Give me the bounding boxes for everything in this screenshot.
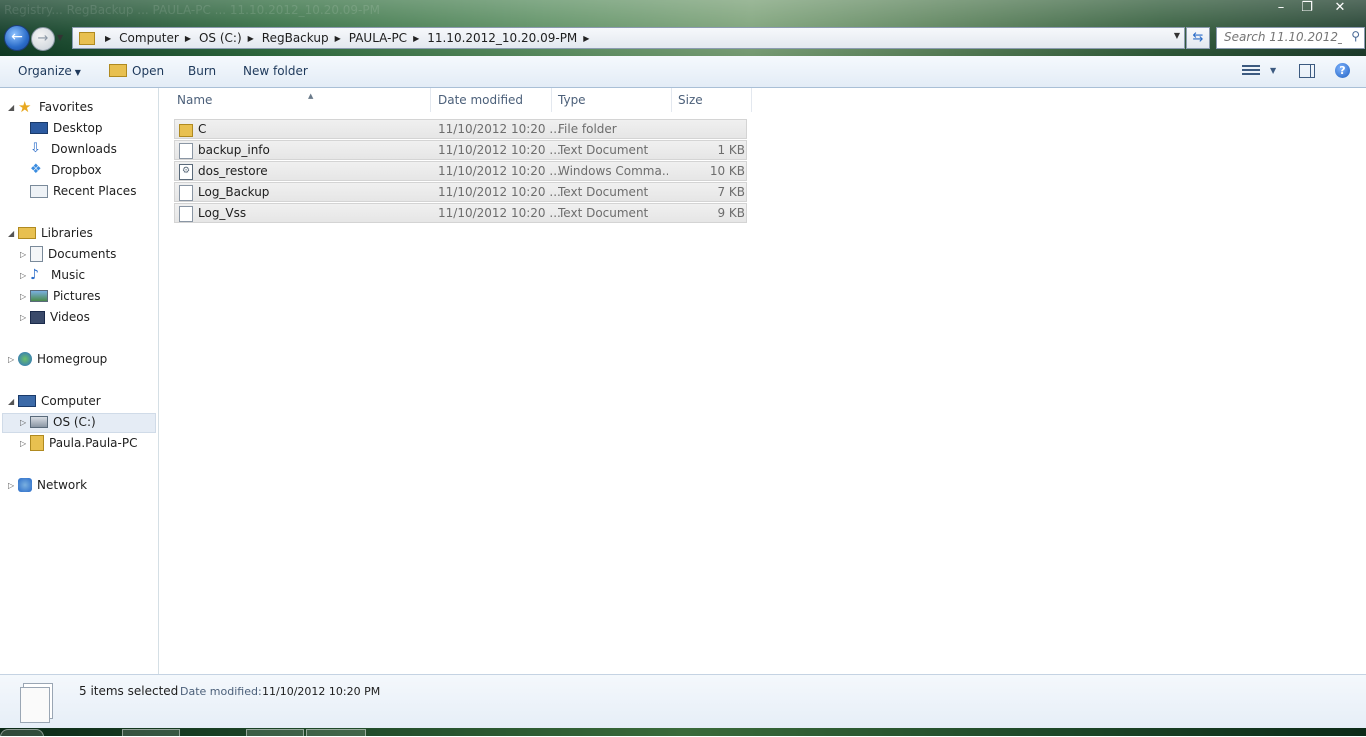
new-folder-button[interactable]: New folder [243, 64, 308, 78]
user-folder-icon [30, 435, 44, 451]
open-button[interactable]: Open [109, 64, 164, 78]
refresh-icon: ⇆ [1192, 30, 1204, 45]
star-icon: ★ [18, 98, 32, 116]
music-icon: ♪ [30, 267, 39, 283]
collapsed-arrow-icon: ▷ [20, 438, 27, 448]
nav-item-recent-places[interactable]: Recent Places [30, 181, 136, 201]
organize-button[interactable]: Organize ▼ [18, 64, 81, 78]
close-button[interactable]: ✕ [1320, 0, 1360, 18]
help-icon[interactable]: ? [1335, 63, 1350, 78]
nav-item-dropbox[interactable]: ❖ Dropbox [30, 160, 102, 180]
address-history-dropdown[interactable]: ▼ [1174, 31, 1180, 40]
collapsed-arrow-icon: ▷ [8, 480, 15, 490]
breadcrumb-os-c[interactable]: OS (C:) ▶ [199, 31, 262, 45]
file-row[interactable]: Log_Vss 11/10/2012 10:20 ... Text Docume… [174, 203, 747, 223]
text-document-icon [179, 143, 193, 159]
nav-network[interactable]: ▷ Network [8, 475, 87, 495]
taskbar [0, 728, 1366, 737]
batch-file-icon: ⚙ [179, 164, 193, 180]
downloads-icon: ⇩ [30, 141, 41, 156]
column-header-size[interactable]: Size [672, 88, 752, 112]
nav-item-pictures[interactable]: ▷ Pictures [20, 286, 101, 306]
preview-pane-icon[interactable] [1299, 64, 1315, 78]
libraries-icon [18, 227, 36, 239]
date-modified-label: Date modified: [180, 685, 262, 698]
multiple-files-icon [19, 683, 57, 723]
nav-item-desktop[interactable]: Desktop [30, 118, 103, 138]
file-row[interactable]: C 11/10/2012 10:20 ... File folder [174, 119, 747, 139]
date-modified-value: 11/10/2012 10:20 PM [262, 685, 381, 698]
collapsed-arrow-icon: ▷ [20, 249, 27, 259]
breadcrumb-paula-pc[interactable]: PAULA-PC ▶ [349, 31, 427, 45]
sort-ascending-icon: ▲ [308, 92, 314, 100]
folder-icon [179, 124, 193, 137]
videos-icon [30, 310, 45, 324]
address-bar[interactable]: ▶ Computer ▶ OS (C:) ▶ RegBackup ▶ PAULA-PC… [72, 27, 1185, 49]
navigation-pane: ◢ ★ Favorites Desktop ⇩ Downloads ❖ Drop… [0, 88, 159, 674]
breadcrumb-regbackup[interactable]: RegBackup ▶ [262, 31, 349, 45]
nav-item-downloads[interactable]: ⇩ Downloads [30, 139, 117, 159]
column-header-type[interactable]: Type [552, 88, 672, 112]
collapsed-arrow-icon: ▷ [20, 417, 27, 427]
minimize-button[interactable]: – [1268, 0, 1294, 18]
breadcrumb-root-arrow[interactable]: ▶ [99, 34, 119, 43]
file-row[interactable]: backup_info 11/10/2012 10:20 ... Text Do… [174, 140, 747, 160]
collapsed-arrow-icon: ▷ [8, 354, 15, 364]
nav-computer[interactable]: ◢ Computer [8, 391, 101, 411]
desktop-icon [30, 122, 48, 134]
computer-icon [18, 395, 36, 407]
refresh-button[interactable]: ⇆ [1186, 27, 1210, 49]
nav-libraries[interactable]: ◢ Libraries [8, 223, 93, 243]
file-row[interactable]: Log_Backup 11/10/2012 10:20 ... Text Doc… [174, 182, 747, 202]
selection-count: 5 items selected [79, 684, 179, 698]
change-view-icon[interactable] [1242, 63, 1260, 77]
nav-item-os-c[interactable]: ▷ OS (C:) [20, 412, 96, 432]
dropbox-icon: ❖ [30, 162, 42, 177]
nav-item-paula-pc[interactable]: ▷ Paula.Paula-PC [20, 433, 137, 453]
network-icon [18, 478, 32, 492]
collapsed-arrow-icon: ▷ [20, 312, 27, 322]
recent-places-icon [30, 184, 48, 198]
expanded-arrow-icon: ◢ [8, 102, 15, 112]
search-input[interactable] [1217, 28, 1342, 46]
pictures-icon [30, 290, 48, 302]
restore-button[interactable]: ❐ [1294, 0, 1320, 18]
folder-icon [79, 31, 95, 45]
documents-icon [30, 246, 43, 262]
nav-item-videos[interactable]: ▷ Videos [20, 307, 90, 327]
nav-favorites[interactable]: ◢ ★ Favorites [8, 97, 93, 117]
text-document-icon [179, 206, 193, 222]
nav-item-documents[interactable]: ▷ Documents [20, 244, 116, 264]
forward-button[interactable]: → [31, 27, 55, 51]
expanded-arrow-icon: ◢ [8, 396, 15, 406]
drive-icon [30, 416, 48, 428]
column-header-name[interactable]: Name ▲ [171, 88, 431, 112]
collapsed-arrow-icon: ▷ [20, 270, 27, 280]
arrow-left-icon: ← [11, 29, 23, 45]
details-pane: 5 items selected Date modified: 11/10/20… [0, 674, 1366, 729]
breadcrumb-computer[interactable]: Computer ▶ [119, 31, 199, 45]
chevron-down-icon: ▼ [74, 68, 81, 77]
burn-button[interactable]: Burn [188, 64, 216, 78]
file-row[interactable]: ⚙ dos_restore 11/10/2012 10:20 ... Windo… [174, 161, 747, 181]
back-button[interactable]: ← [4, 25, 30, 51]
breadcrumb-current-folder[interactable]: 11.10.2012_10.20.09-PM ▶ [427, 31, 597, 45]
homegroup-icon [18, 352, 32, 366]
recent-pages-dropdown[interactable]: ▼ [57, 33, 63, 42]
collapsed-arrow-icon: ▷ [20, 291, 27, 301]
open-folder-icon [109, 64, 127, 77]
view-options-dropdown[interactable]: ▼ [1270, 66, 1276, 75]
expanded-arrow-icon: ◢ [8, 228, 15, 238]
file-list: Name ▲ Date modified Type Size C 11/10/20… [159, 88, 1366, 674]
column-header-date[interactable]: Date modified [432, 88, 552, 112]
arrow-right-icon: → [37, 31, 49, 46]
search-box[interactable]: ⚲ [1216, 27, 1365, 49]
window-title: Registry... RegBackup ... PAULA-PC ... 1… [4, 3, 380, 17]
nav-homegroup[interactable]: ▷ Homegroup [8, 349, 107, 369]
text-document-icon [179, 185, 193, 201]
command-toolbar: Organize ▼ Open Burn New folder [0, 56, 1366, 88]
search-icon[interactable]: ⚲ [1351, 29, 1360, 43]
window-controls: – ❐ ✕ [1268, 0, 1360, 18]
nav-item-music[interactable]: ▷ ♪ Music [20, 265, 85, 285]
